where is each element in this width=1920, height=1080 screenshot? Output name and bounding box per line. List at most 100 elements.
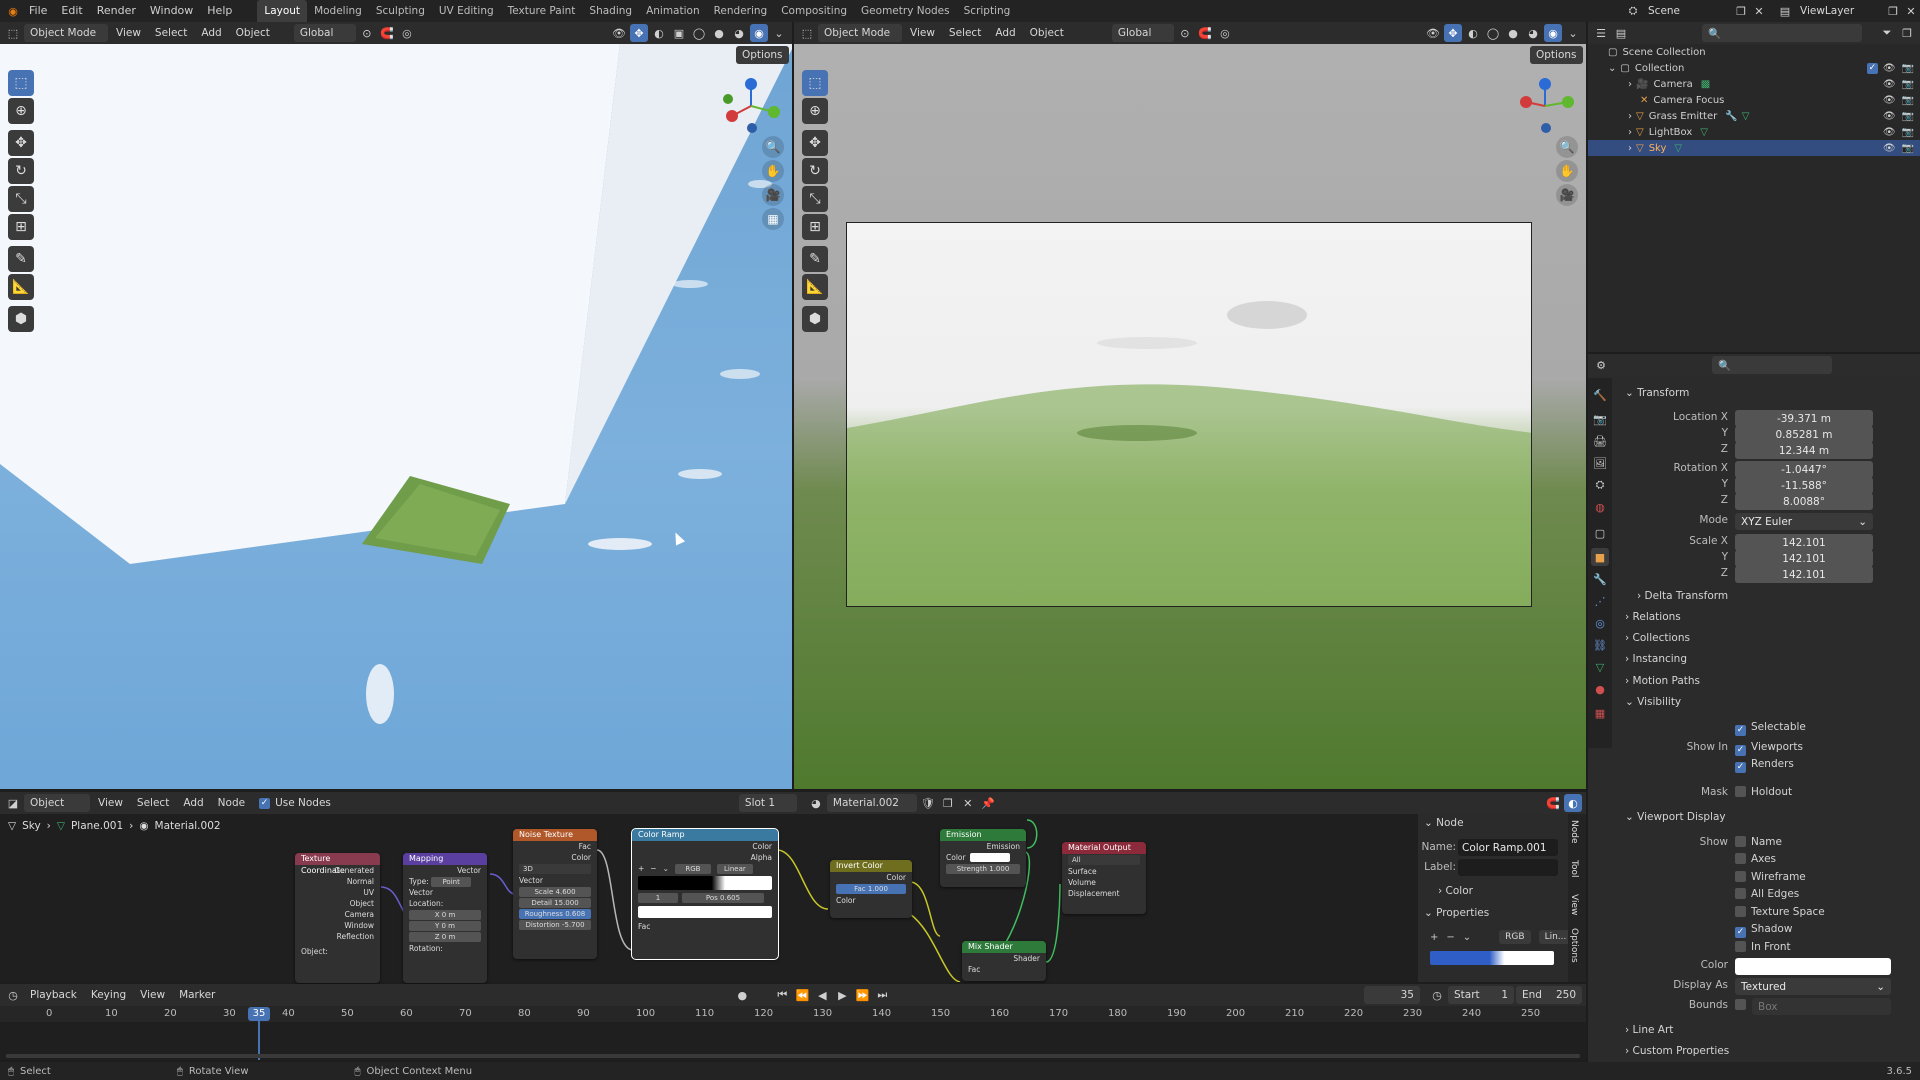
record-icon[interactable]: ●: [733, 986, 751, 1004]
current-frame-field[interactable]: 35: [1364, 986, 1420, 1004]
motion-paths-section[interactable]: › Motion Paths: [1625, 675, 1700, 687]
timeline-menu-marker[interactable]: Marker: [173, 986, 221, 1004]
eye-icon[interactable]: 👁: [1883, 127, 1896, 138]
world-tab-icon[interactable]: ◍: [1591, 498, 1609, 516]
custom-properties-section[interactable]: › Custom Properties: [1625, 1045, 1729, 1057]
editor-type-icon[interactable]: ⬚: [798, 24, 816, 42]
tab-compositing[interactable]: Compositing: [774, 0, 854, 22]
snap-icon[interactable]: 🧲: [1196, 24, 1214, 42]
blender-logo-icon[interactable]: ◉: [4, 2, 22, 20]
proportional-icon[interactable]: ◎: [1216, 24, 1234, 42]
right-camera-view-icon[interactable]: 🎥: [1556, 184, 1578, 206]
shading-material-icon[interactable]: ◕: [1524, 24, 1542, 42]
eye-icon[interactable]: 👁: [1883, 95, 1896, 106]
collection-checkbox[interactable]: ✓: [1866, 62, 1878, 74]
node-invert-color[interactable]: Invert Color Color Fac 1.000 Color: [830, 860, 912, 918]
camera-render-icon[interactable]: 📷: [1902, 63, 1914, 74]
tab-animation[interactable]: Animation: [639, 0, 707, 22]
right-menu-object[interactable]: Object: [1024, 24, 1070, 42]
tab-uv-editing[interactable]: UV Editing: [432, 0, 501, 22]
color-stop-position[interactable]: Pos 0.605: [682, 892, 764, 903]
rotate-tool[interactable]: ↻: [802, 158, 828, 184]
camera-render-icon[interactable]: 📷: [1902, 111, 1914, 122]
emission-color-swatch[interactable]: [969, 853, 1010, 862]
node-material-output[interactable]: Material Output All Surface Volume Displ…: [1062, 842, 1146, 914]
left-mode-dropdown[interactable]: Object Mode: [24, 24, 108, 42]
render-tab-icon[interactable]: 📷: [1591, 410, 1609, 428]
snap-icon[interactable]: 🧲: [378, 24, 396, 42]
view-layer-selector[interactable]: ViewLayer: [1794, 2, 1884, 20]
cursor-tool[interactable]: ⊕: [802, 98, 828, 124]
measure-tool[interactable]: 📐: [8, 274, 34, 300]
move-tool[interactable]: ✥: [8, 130, 34, 156]
pivot-icon[interactable]: ⊙: [1176, 24, 1194, 42]
outliner-item-camera[interactable]: › 🎥 Camera ▩ 👁 📷: [1588, 76, 1920, 92]
display-mode-icon[interactable]: ▤: [1612, 24, 1630, 42]
tab-geometry-nodes[interactable]: Geometry Nodes: [854, 0, 957, 22]
sidebar-tab-options[interactable]: Options: [1569, 928, 1579, 963]
rotation-z-field[interactable]: 8.0088°: [1735, 493, 1873, 510]
particles-tab-icon[interactable]: ⋰: [1591, 592, 1609, 610]
show-shadow-checkbox[interactable]: ✓ Shadow: [1735, 923, 1792, 938]
physics-tab-icon[interactable]: ◎: [1591, 614, 1609, 632]
material-tab-icon[interactable]: ●: [1591, 680, 1609, 698]
scene-icon[interactable]: ⛭: [1624, 2, 1642, 20]
shading-material-icon[interactable]: ◕: [730, 24, 748, 42]
sidebar-ramp-gradient[interactable]: [1430, 951, 1554, 965]
outliner-item-sky[interactable]: › ▽ Sky ▽ 👁 📷: [1588, 140, 1920, 156]
annotate-tool[interactable]: ✎: [802, 246, 828, 272]
timeline-menu-playback[interactable]: Playback: [24, 986, 83, 1004]
left-camera-view-icon[interactable]: 🎥: [762, 184, 784, 206]
collection-tab-icon[interactable]: ▢: [1591, 524, 1609, 542]
gizmo-icon[interactable]: ✥: [630, 24, 648, 42]
remove-stop-icon[interactable]: −: [1446, 932, 1454, 943]
playhead[interactable]: 35: [248, 1007, 270, 1021]
frame-start-field[interactable]: Start 1: [1448, 986, 1514, 1004]
show-wireframe-checkbox[interactable]: Wireframe: [1735, 871, 1806, 883]
expand-icon[interactable]: ›: [1628, 111, 1632, 122]
noise-distortion-field[interactable]: Distortion -5.700: [519, 920, 591, 930]
left-pan-icon[interactable]: ✋: [762, 160, 784, 182]
node-label-field[interactable]: [1458, 859, 1558, 876]
outliner-scene-collection[interactable]: ▢ Scene Collection: [1588, 44, 1920, 60]
shading-rendered-icon[interactable]: ◉: [750, 24, 768, 42]
menu-window[interactable]: Window: [143, 0, 200, 22]
shading-solid-icon[interactable]: ●: [1504, 24, 1522, 42]
scale-tool[interactable]: ⤡: [802, 186, 828, 212]
scene-tab-icon[interactable]: ⛭: [1591, 476, 1609, 494]
node-mapping[interactable]: Mapping Vector Type: Point Vector Locati…: [403, 853, 487, 983]
node-color-ramp[interactable]: Color Ramp Color Alpha + − ⌄ RGB Linear …: [631, 828, 779, 960]
noise-roughness-field[interactable]: Roughness 0.608: [519, 909, 591, 919]
expand-icon[interactable]: ›: [1628, 79, 1632, 90]
cursor-tool[interactable]: ⊕: [8, 98, 34, 124]
rotation-mode-dropdown[interactable]: XYZ Euler ⌄: [1735, 513, 1873, 530]
menu-help[interactable]: Help: [200, 0, 239, 22]
next-keyframe-icon[interactable]: ⏩: [853, 986, 871, 1004]
timeline-scrollbar[interactable]: [6, 1054, 1580, 1058]
eye-icon[interactable]: 👁: [1883, 79, 1896, 90]
measure-tool[interactable]: 📐: [802, 274, 828, 300]
select-box-tool[interactable]: ⬚: [802, 70, 828, 96]
constraints-tab-icon[interactable]: ⛓: [1591, 636, 1609, 654]
shading-dropdown-icon[interactable]: ⌄: [770, 24, 788, 42]
relations-section[interactable]: › Relations: [1625, 611, 1681, 623]
show-in-front-checkbox[interactable]: In Front: [1735, 941, 1791, 953]
rotation-x-field[interactable]: -1.0447°: [1735, 461, 1873, 478]
show-all-edges-checkbox[interactable]: All Edges: [1735, 888, 1799, 900]
editor-type-icon[interactable]: ⬚: [4, 24, 22, 42]
show-axes-checkbox[interactable]: Axes: [1735, 853, 1776, 865]
eye-icon[interactable]: 👁: [1883, 63, 1896, 74]
data-tab-icon[interactable]: ▽: [1591, 658, 1609, 676]
node-emission[interactable]: Emission Emission Color Strength 1.000: [940, 829, 1026, 887]
holdout-checkbox[interactable]: Holdout: [1735, 786, 1792, 798]
rotation-y-field[interactable]: -11.588°: [1735, 477, 1873, 494]
add-stop-icon[interactable]: +: [638, 863, 644, 874]
add-stop-icon[interactable]: +: [1430, 932, 1438, 943]
jump-end-icon[interactable]: ⏭: [873, 986, 891, 1004]
visibility-section[interactable]: ⌄ Visibility: [1625, 696, 1681, 708]
shading-wire-icon[interactable]: ◯: [690, 24, 708, 42]
move-tool[interactable]: ✥: [802, 130, 828, 156]
left-menu-object[interactable]: Object: [230, 24, 276, 42]
output-tab-icon[interactable]: 🖨: [1591, 432, 1609, 450]
object-tab-icon[interactable]: ■: [1591, 548, 1609, 566]
